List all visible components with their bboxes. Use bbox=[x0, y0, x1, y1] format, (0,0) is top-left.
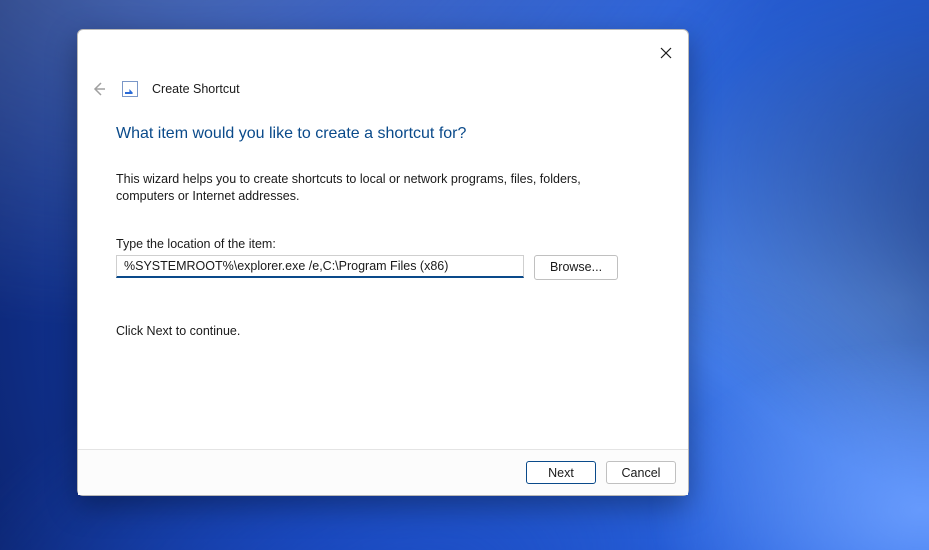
close-button[interactable] bbox=[650, 37, 682, 69]
wizard-header: Create Shortcut bbox=[78, 75, 688, 103]
wizard-title: Create Shortcut bbox=[152, 82, 240, 96]
close-icon bbox=[660, 47, 672, 59]
dialog-footer: Next Cancel bbox=[78, 449, 688, 495]
next-button[interactable]: Next bbox=[526, 461, 596, 484]
continue-hint: Click Next to continue. bbox=[116, 324, 650, 338]
wizard-intro-text: This wizard helps you to create shortcut… bbox=[116, 171, 636, 205]
cancel-button[interactable]: Cancel bbox=[606, 461, 676, 484]
browse-button[interactable]: Browse... bbox=[534, 255, 618, 280]
create-shortcut-dialog: Create Shortcut What item would you like… bbox=[77, 29, 689, 496]
wizard-heading: What item would you like to create a sho… bbox=[116, 125, 650, 143]
location-label: Type the location of the item: bbox=[116, 237, 650, 251]
location-input[interactable] bbox=[116, 255, 524, 278]
desktop-wallpaper: Create Shortcut What item would you like… bbox=[0, 0, 929, 550]
location-row: Browse... bbox=[116, 255, 650, 280]
dialog-titlebar bbox=[78, 30, 688, 75]
back-button[interactable] bbox=[90, 80, 108, 98]
shortcut-icon bbox=[122, 81, 138, 97]
wizard-content: What item would you like to create a sho… bbox=[78, 103, 688, 449]
arrow-left-icon bbox=[91, 81, 107, 97]
